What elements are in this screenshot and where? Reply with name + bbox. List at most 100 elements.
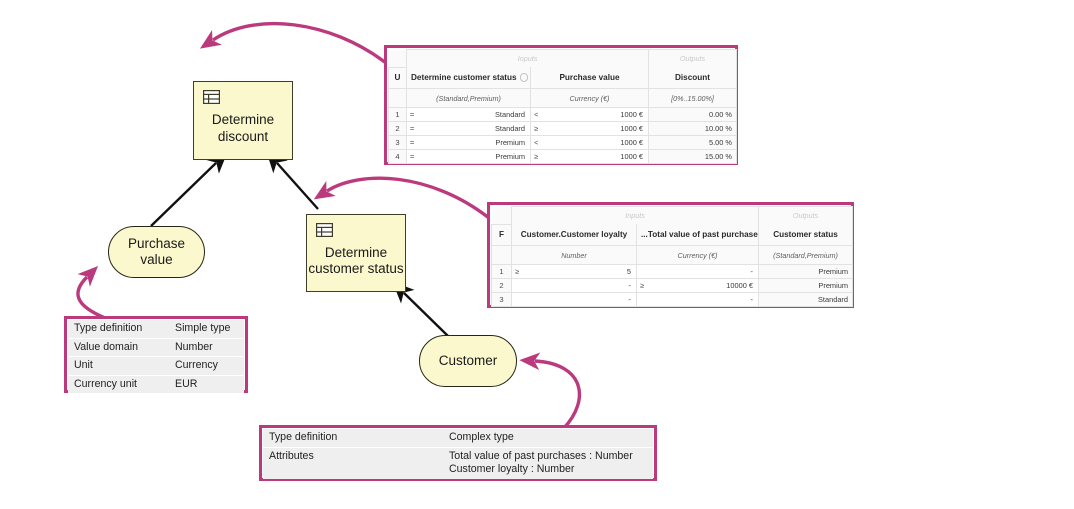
rule-input-1-cell[interactable]: ≥ 5 xyxy=(511,264,637,279)
property-table-customer[interactable]: Type definition Complex type Attributes … xyxy=(259,425,657,481)
rule-input-2-cell[interactable]: ≥ 1000 € xyxy=(530,121,649,136)
value: - xyxy=(628,281,631,290)
hit-policy-cell[interactable]: U xyxy=(388,66,407,89)
dmn-diagram-canvas: Determine discount Determine customer st… xyxy=(0,0,1074,509)
value: Standard xyxy=(495,110,525,119)
table-column-header-row: F Customer.Customer loyalty ...Total val… xyxy=(491,223,853,246)
decision-node-determine-customer-status[interactable]: Determine customer status xyxy=(306,214,406,292)
column-type-output: (Standard,Premium) xyxy=(758,245,853,265)
rule-index: 3 xyxy=(388,135,407,150)
requirement-purchase-to-discount xyxy=(150,151,228,227)
table-row[interactable]: 3 - - Standard xyxy=(491,292,853,307)
value: 1000 € xyxy=(620,152,643,161)
table-column-header-row: U Determine customer status Purchase val… xyxy=(388,66,737,89)
value: 1000 € xyxy=(620,124,643,133)
operator: ≥ xyxy=(640,281,645,290)
rule-input-1-cell[interactable]: = Standard xyxy=(406,107,531,122)
type-row-corner xyxy=(491,245,512,265)
rule-input-1-cell[interactable]: - xyxy=(511,292,637,307)
operator xyxy=(513,280,541,292)
inputs-group-label: Inputs xyxy=(406,49,649,67)
decision-table-customer-status[interactable]: Inputs Outputs F Customer.Customer loyal… xyxy=(487,202,854,308)
property-table-purchase-value[interactable]: Type definition Simple type Value domain… xyxy=(64,316,248,394)
property-label: Type definition xyxy=(263,429,443,448)
rule-input-2-cell[interactable]: - xyxy=(636,264,759,279)
property-row: Type definition Complex type xyxy=(263,429,653,448)
type-row-corner xyxy=(388,88,407,108)
value: - xyxy=(628,295,631,304)
corner-cell xyxy=(491,206,512,225)
rule-output-cell[interactable]: 15.00 % xyxy=(648,149,737,164)
rule-input-2-cell[interactable]: < 1000 € xyxy=(530,135,649,150)
hit-policy-cell[interactable]: F xyxy=(491,223,512,246)
property-row: Value domain Number xyxy=(68,338,244,358)
customer-status-table-grid[interactable]: Inputs Outputs F Customer.Customer loyal… xyxy=(491,206,853,307)
rule-input-1-cell[interactable]: - xyxy=(511,278,637,293)
table-type-row: Number Currency (€) (Standard,Premium) xyxy=(491,245,853,265)
operator: ≥ xyxy=(534,124,539,133)
operator: = xyxy=(410,124,415,133)
table-type-row: (Standard,Premium) Currency (€) [0%..15.… xyxy=(388,88,737,108)
column-type-input-2: Currency (€) xyxy=(530,88,649,108)
rule-input-2-cell[interactable]: - xyxy=(636,292,759,307)
rule-output-cell[interactable]: Premium xyxy=(758,278,853,293)
property-value: Number xyxy=(169,338,244,358)
rule-input-1-cell[interactable]: = Premium xyxy=(406,149,531,164)
rule-output-cell[interactable]: 0.00 % xyxy=(648,107,737,122)
rule-index: 3 xyxy=(491,292,512,307)
column-header-output[interactable]: Discount xyxy=(648,67,737,89)
rule-index: 4 xyxy=(388,149,407,164)
decision-table-discount[interactable]: Inputs Outputs U Determine customer stat… xyxy=(384,45,738,165)
decision-node-determine-discount[interactable]: Determine discount xyxy=(193,81,293,160)
rule-index: 2 xyxy=(388,121,407,136)
decision-node-label: Determine discount xyxy=(211,112,275,144)
table-group-header-row: Inputs Outputs xyxy=(491,206,853,225)
table-group-header-row: Inputs Outputs xyxy=(388,49,737,68)
annotation-link-purchase-properties xyxy=(76,265,106,320)
rule-output-cell[interactable]: 5.00 % xyxy=(648,135,737,150)
table-row[interactable]: 2 - ≥ 10000 € Premium xyxy=(491,278,853,293)
rule-input-1-cell[interactable]: = Premium xyxy=(406,135,531,150)
rule-input-2-cell[interactable]: < 1000 € xyxy=(530,107,649,122)
outputs-group-label: Outputs xyxy=(758,206,853,224)
column-header-input-1[interactable]: Determine customer status xyxy=(406,67,531,89)
operator: = xyxy=(410,138,415,147)
property-value: Simple type xyxy=(169,320,244,339)
rule-input-1-cell[interactable]: = Standard xyxy=(406,121,531,136)
property-row: Unit Currency xyxy=(68,356,244,376)
rule-index: 1 xyxy=(491,264,512,279)
table-row[interactable]: 3 = Premium < 1000 € 5.00 % xyxy=(388,135,737,150)
outputs-group-label: Outputs xyxy=(648,49,737,67)
discount-table-grid[interactable]: Inputs Outputs U Determine customer stat… xyxy=(388,49,737,164)
table-row[interactable]: 2 = Standard ≥ 1000 € 10.00 % xyxy=(388,121,737,136)
operator: ≥ xyxy=(515,267,520,276)
info-icon[interactable] xyxy=(519,73,529,82)
customer-properties-grid: Type definition Complex type Attributes … xyxy=(263,429,653,479)
property-label: Type definition xyxy=(68,320,169,339)
rule-input-2-cell[interactable]: ≥ 10000 € xyxy=(636,278,759,293)
input-data-label: Purchase value xyxy=(127,235,186,267)
rule-output-cell[interactable]: 10.00 % xyxy=(648,121,737,136)
table-row[interactable]: 4 = Premium ≥ 1000 € 15.00 % xyxy=(388,149,737,164)
rule-output-cell[interactable]: Standard xyxy=(758,292,853,307)
input-data-node-purchase-value[interactable]: Purchase value xyxy=(108,226,205,278)
value: 5 xyxy=(626,267,631,276)
annotation-link-status-table xyxy=(313,176,491,220)
rule-output-cell[interactable]: Premium xyxy=(758,264,853,279)
table-row[interactable]: 1 = Standard < 1000 € 0.00 % xyxy=(388,107,737,122)
column-header-output[interactable]: Customer status xyxy=(758,224,853,246)
operator: < xyxy=(534,138,539,147)
value: 10000 € xyxy=(726,281,753,290)
table-row[interactable]: 1 ≥ 5 - Premium xyxy=(491,264,853,279)
property-row: Currency unit EUR xyxy=(68,375,244,394)
column-type-input-2: Currency (€) xyxy=(636,245,759,265)
inputs-group-label: Inputs xyxy=(511,206,759,224)
column-header-input-2[interactable]: Purchase value xyxy=(530,67,649,89)
column-header-input-2[interactable]: ...Total value of past purchases xyxy=(636,224,759,246)
property-value: Total value of past purchases : Number C… xyxy=(443,447,653,479)
column-type-input-1: Number xyxy=(511,245,637,265)
rule-input-2-cell[interactable]: ≥ 1000 € xyxy=(530,149,649,164)
input-data-node-customer[interactable]: Customer xyxy=(419,335,517,387)
property-label: Value domain xyxy=(68,338,169,358)
column-header-input-1[interactable]: Customer.Customer loyalty xyxy=(511,224,637,246)
